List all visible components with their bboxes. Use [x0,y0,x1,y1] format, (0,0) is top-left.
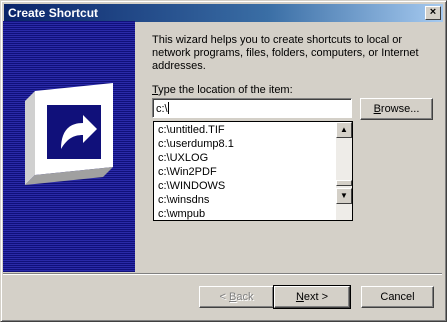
list-item[interactable]: c:\wmpub [158,207,234,221]
location-input[interactable]: c:\ [152,98,352,118]
browse-accel: B [373,103,381,115]
title-bar[interactable]: Create Shortcut × [4,4,443,22]
back-prefix: < [219,291,229,303]
cancel-label: Cancel [380,291,415,303]
list-item[interactable]: c:\Win2PDF [158,165,234,179]
list-item[interactable]: c:\untitled.TIF [158,123,234,137]
list-item[interactable]: c:\UXLOG [158,151,234,165]
back-button[interactable]: < Back [199,286,274,308]
shortcut-arrow-icon [25,83,113,185]
close-button[interactable]: × [425,6,441,20]
list-item[interactable]: c:\userdump8.1 [158,137,234,151]
scroll-thumb[interactable] [336,180,352,186]
close-icon: × [429,6,437,18]
wizard-side-panel [3,21,135,272]
scroll-up-button[interactable]: ▲ [336,122,352,138]
next-button[interactable]: Next > [273,285,351,309]
next-accel: N [295,291,304,303]
scroll-down-button[interactable]: ▼ [336,188,352,204]
location-label-rest: ype the location of the item: [158,84,293,96]
next-label-rest: ext > [303,291,329,303]
text-caret [167,102,169,114]
list-item[interactable]: c:\WINDOWS [158,179,234,193]
list-scrollbar[interactable]: ▲ ▼ [336,122,352,220]
cancel-button[interactable]: Cancel [361,286,434,308]
footer-divider [3,273,442,275]
browse-button[interactable]: Browse... [360,98,433,120]
arrow-up-icon: ▲ [340,125,348,134]
intro-text: This wizard helps you to create shortcut… [152,34,419,72]
location-label: Type the location of the item: [152,84,293,96]
list-item[interactable]: c:\winsdns [158,193,234,207]
arrow-down-icon: ▼ [340,191,348,200]
autocomplete-list[interactable]: c:\untitled.TIF c:\userdump8.1 c:\UXLOG … [153,121,353,221]
window-title: Create Shortcut [8,6,99,20]
browse-label-rest: rowse... [380,103,420,115]
location-input-value: c:\ [156,103,168,115]
back-label-rest: ack [236,291,254,303]
